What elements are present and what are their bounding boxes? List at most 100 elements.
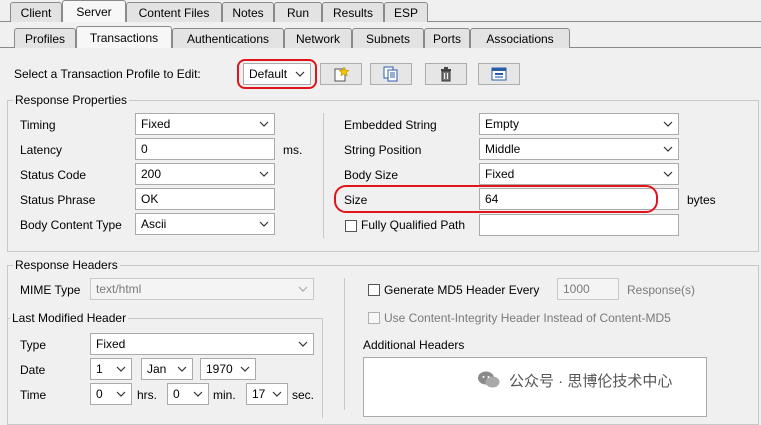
tab-label: Profiles: [24, 31, 65, 46]
mime-type-value: text/html: [96, 282, 142, 296]
md5-header-checkbox[interactable]: [368, 284, 380, 296]
tab-label: Content Files: [138, 5, 210, 20]
tab-label: Network: [295, 31, 340, 46]
fully-qualified-path-checkbox[interactable]: [345, 220, 357, 232]
response-headers-title: Response Headers: [13, 258, 120, 272]
content-integrity-checkbox[interactable]: [368, 312, 380, 324]
status-code-select[interactable]: 200: [135, 163, 275, 185]
seconds-unit: sec.: [292, 388, 315, 402]
chevron-down-icon: [259, 221, 269, 227]
tab-label: Run: [286, 5, 309, 20]
trash-icon: [441, 67, 451, 82]
embedded-string-label: Embedded String: [344, 118, 437, 132]
chevron-down-icon: [663, 171, 673, 177]
column-separator: [344, 278, 345, 410]
year-value: 1970: [206, 362, 233, 376]
string-position-label: String Position: [344, 143, 422, 157]
delete-profile-button[interactable]: [425, 63, 467, 85]
tab-transactions[interactable]: Transactions: [76, 26, 172, 48]
seconds-select[interactable]: 17: [246, 383, 288, 405]
tab-client[interactable]: Client: [10, 2, 62, 22]
chevron-down-icon: [298, 286, 308, 292]
new-profile-button[interactable]: [320, 63, 362, 85]
tab-run[interactable]: Run: [274, 2, 322, 22]
latency-unit: ms.: [283, 143, 303, 157]
tab-label: Server: [76, 4, 112, 19]
day-value: 1: [96, 362, 103, 376]
tab-label: Authentications: [186, 31, 270, 46]
tab-ports[interactable]: Ports: [424, 28, 470, 48]
chevron-down-icon: [240, 366, 250, 372]
status-code-label: Status Code: [20, 168, 87, 182]
type-label: Type: [20, 338, 47, 352]
tab-label: Transactions: [89, 30, 159, 45]
chevron-down-icon: [298, 341, 308, 347]
string-position-select[interactable]: Middle: [479, 138, 679, 160]
content-integrity-label: Use Content-Integrity Header Instead of …: [384, 311, 671, 325]
minutes-value: 0: [173, 387, 180, 401]
size-unit: bytes: [687, 193, 716, 207]
mime-type-label: MIME Type: [20, 283, 81, 297]
chevron-down-icon: [116, 391, 126, 397]
tab-label: Notes: [232, 5, 264, 20]
tab-esp[interactable]: ESP: [384, 2, 428, 22]
watermark-text: 公众号 · 思博伦技术中心: [509, 373, 673, 390]
tab-results[interactable]: Results: [322, 2, 384, 22]
body-content-type-label: Body Content Type: [20, 218, 122, 232]
minutes-select[interactable]: 0: [167, 383, 209, 405]
embedded-string-value: Empty: [485, 117, 520, 131]
hours-unit: hrs.: [137, 388, 158, 402]
month-select[interactable]: Jan: [141, 358, 193, 380]
mime-type-select[interactable]: text/html: [90, 278, 314, 300]
tab-notes[interactable]: Notes: [222, 2, 274, 22]
highlight-ring-size: [334, 185, 658, 213]
timing-select[interactable]: Fixed: [135, 113, 275, 135]
day-select[interactable]: 1: [90, 358, 132, 380]
last-modified-title: Last Modified Header: [10, 311, 129, 325]
tab-content-files[interactable]: Content Files: [126, 2, 222, 22]
window-properties-icon: [491, 67, 507, 81]
status-code-value: 200: [141, 167, 162, 181]
latency-input[interactable]: 0: [135, 138, 275, 160]
profile-select-label: Select a Transaction Profile to Edit:: [14, 67, 201, 81]
body-content-type-select[interactable]: Ascii: [135, 213, 275, 235]
type-value: Fixed: [96, 337, 126, 351]
tab-profiles[interactable]: Profiles: [14, 28, 76, 48]
tab-label: Client: [20, 5, 52, 20]
tab-authentications[interactable]: Authentications: [172, 28, 284, 48]
chevron-down-icon: [259, 121, 269, 127]
body-size-select[interactable]: Fixed: [479, 163, 679, 185]
highlight-ring-profile: [237, 59, 317, 89]
fully-qualified-path-input[interactable]: [479, 214, 679, 236]
md5-header-label: Generate MD5 Header Every: [384, 283, 540, 297]
chevron-down-icon: [193, 391, 203, 397]
column-separator: [323, 113, 324, 238]
chevron-down-icon: [663, 146, 673, 152]
tab-label: Associations: [486, 31, 554, 46]
additional-headers-label: Additional Headers: [363, 338, 465, 352]
tab-network[interactable]: Network: [284, 28, 352, 48]
month-value: Jan: [147, 362, 167, 376]
tab-label: ESP: [393, 5, 418, 20]
chevron-down-icon: [259, 171, 269, 177]
properties-button[interactable]: [478, 63, 520, 85]
type-select[interactable]: Fixed: [90, 333, 314, 355]
tab-associations[interactable]: Associations: [470, 28, 570, 48]
body-size-value: Fixed: [485, 167, 515, 181]
chevron-down-icon: [663, 121, 673, 127]
embedded-string-select[interactable]: Empty: [479, 113, 679, 135]
copy-profile-button[interactable]: [370, 63, 412, 85]
hours-select[interactable]: 0: [90, 383, 132, 405]
year-select[interactable]: 1970: [200, 358, 256, 380]
hours-value: 0: [96, 387, 103, 401]
tab-subnets[interactable]: Subnets: [352, 28, 424, 48]
status-phrase-input[interactable]: OK: [135, 188, 275, 210]
seconds-value: 17: [252, 387, 266, 401]
date-label: Date: [20, 363, 46, 377]
tab-label: Subnets: [365, 31, 411, 46]
body-content-type-value: Ascii: [141, 217, 167, 231]
fully-qualified-path-label: Fully Qualified Path: [361, 218, 466, 232]
md5-interval-input[interactable]: 1000: [557, 278, 619, 300]
timing-label: Timing: [20, 118, 56, 132]
tab-server[interactable]: Server: [62, 0, 126, 22]
